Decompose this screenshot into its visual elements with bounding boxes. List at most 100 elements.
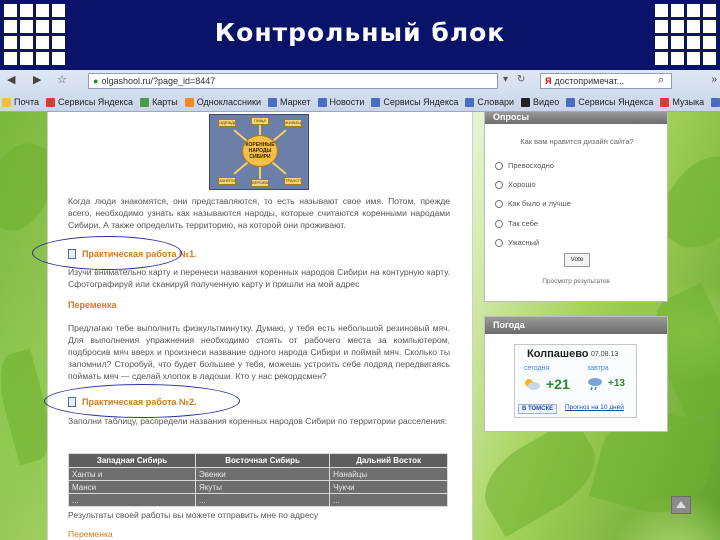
reload-icon[interactable]: ↻ xyxy=(517,74,525,85)
bookmark-item[interactable]: Маркет xyxy=(268,97,311,107)
yandex-icon xyxy=(371,97,381,107)
bookmark-item[interactable]: Почта xyxy=(2,97,39,107)
table-cell[interactable]: Нанайцы xyxy=(329,467,448,481)
search-input[interactable]: Ядостопримечат... xyxy=(540,73,672,89)
video-icon xyxy=(520,97,530,107)
poll-option-label: Как было и лучше xyxy=(508,199,571,208)
decorative-square xyxy=(20,4,33,17)
decorative-square xyxy=(52,52,65,65)
more-bookmarks-icon[interactable]: » xyxy=(711,74,717,85)
diagram-center: КОРЕННЫЕ НАРОДЫ СИБИРИ xyxy=(242,135,278,167)
bookmark-item[interactable]: Одноклассники xyxy=(184,97,261,107)
table-cell[interactable]: Манси xyxy=(67,480,197,494)
diagram-box: ЗАНЯТИЯ xyxy=(218,177,236,185)
radio-button[interactable] xyxy=(495,180,503,189)
poll-option-label: Превосходно xyxy=(508,161,554,170)
bookmark-item[interactable]: Новости xyxy=(317,97,365,107)
disk-icon xyxy=(711,97,720,107)
decorative-squares-right xyxy=(655,4,716,65)
bookmark-item[interactable]: Сервисы Яндекса xyxy=(371,97,458,107)
bookmark-star-icon[interactable]: ☆ xyxy=(57,73,67,86)
bookmark-item[interactable]: Музыка xyxy=(660,97,704,107)
bookmark-item[interactable]: Сервисы Яндекса xyxy=(46,97,133,107)
poll-option[interactable]: Ужасный xyxy=(495,238,539,247)
table-cell[interactable]: Эвенки xyxy=(195,467,331,481)
yandex-logo-icon: Я xyxy=(545,76,552,86)
decorative-square xyxy=(703,52,716,65)
bookmark-item[interactable]: Видео xyxy=(520,97,560,107)
radio-button[interactable] xyxy=(495,199,503,208)
decorative-square xyxy=(655,52,668,65)
bookmark-label: Видео xyxy=(532,97,560,107)
ok-icon xyxy=(184,97,194,107)
tomorrow-temperature: +13 xyxy=(608,378,625,389)
poll-option[interactable]: Так себе xyxy=(495,219,538,228)
address-bar[interactable]: ● olgashool.ru/?page_id=8447 xyxy=(88,73,498,89)
decorative-square xyxy=(36,52,49,65)
table-header: Восточная Сибирь xyxy=(195,453,331,468)
decorative-square xyxy=(687,36,700,49)
task-2-paragraph: Заполни таблицу, распредели названия кор… xyxy=(68,416,448,426)
poll-option[interactable]: Превосходно xyxy=(495,161,554,170)
decorative-square xyxy=(52,4,65,17)
intro-paragraph: Когда люди знакомятся, они представляютс… xyxy=(68,196,450,230)
highlight-circle xyxy=(32,236,182,270)
diagram-box: ПИЩА xyxy=(251,117,269,125)
exercise-paragraph: Предлагаю тебе выполнить физкультминутку… xyxy=(68,323,450,381)
decorative-square xyxy=(671,52,684,65)
weather-provider-logo[interactable]: В ТОМСКЕ xyxy=(518,404,558,414)
decorative-square xyxy=(655,20,668,33)
yandex-icon xyxy=(566,97,576,107)
bookmark-label: Почта xyxy=(14,97,39,107)
poll-question: Как вам нравится дизайн сайта? xyxy=(520,137,634,146)
table-cell[interactable]: Чукчи xyxy=(329,480,448,494)
search-icon[interactable]: ⌕ xyxy=(658,74,664,87)
decorative-square xyxy=(36,4,49,17)
yandex-icon xyxy=(46,97,55,107)
decorative-square xyxy=(655,4,668,17)
radio-button[interactable] xyxy=(495,238,503,247)
table-row: Ханты и Эвенки Нанайцы xyxy=(67,467,448,481)
scroll-to-top-button[interactable] xyxy=(671,496,691,514)
highlight-circle xyxy=(44,384,240,418)
dropdown-arrow-icon[interactable]: ▾ xyxy=(503,74,508,85)
table-cell[interactable]: ... xyxy=(329,493,448,507)
weather-title: Погода xyxy=(485,317,667,334)
poll-option[interactable]: Хорошо xyxy=(495,180,536,189)
bookmark-item[interactable]: Словари xyxy=(465,97,514,107)
poll-title: Опросы xyxy=(485,112,667,124)
table-cell[interactable]: Ханты и xyxy=(67,467,197,481)
table-cell[interactable]: ... xyxy=(195,493,331,507)
poll-option-label: Так себе xyxy=(508,219,538,228)
radio-button[interactable] xyxy=(495,161,503,170)
today-label: сегодня xyxy=(524,365,550,372)
table-cell[interactable]: ... xyxy=(67,493,197,507)
poll-widget: Опросы Как вам нравится дизайн сайта? Пр… xyxy=(484,112,668,302)
decorative-square xyxy=(671,36,684,49)
bookmark-item[interactable]: Карты xyxy=(140,97,178,107)
decorative-square xyxy=(20,52,33,65)
diagram-box: ВЕРОВАНИЯ xyxy=(251,179,269,187)
diagram-box: ОДЕЖДА xyxy=(218,119,236,127)
bookmark-item[interactable]: Сервисы Яндекса xyxy=(566,97,653,107)
address-text: olgashool.ru/?page_id=8447 xyxy=(101,76,216,86)
forward-arrow-icon[interactable]: ▶ xyxy=(33,73,41,86)
tomorrow-label: завтра xyxy=(587,365,609,372)
sun-cloud-icon xyxy=(525,379,540,390)
bookmark-item[interactable]: Диск xyxy=(711,97,720,107)
map-icon xyxy=(140,97,150,107)
back-arrow-icon[interactable]: ◀ xyxy=(7,73,15,86)
bookmark-label: Новости xyxy=(329,97,365,107)
table-cell[interactable]: Якуты xyxy=(195,480,331,494)
radio-button[interactable] xyxy=(495,219,503,228)
decorative-square xyxy=(671,20,684,33)
weather-widget: Погода Колпашево 07.08.13 сегодня завтра… xyxy=(484,316,668,432)
poll-option[interactable]: Как было и лучше xyxy=(495,199,571,208)
bookmark-label: Сервисы Яндекса xyxy=(58,97,134,107)
weather-card[interactable]: Колпашево 07.08.13 сегодня завтра +21 +1… xyxy=(514,344,637,418)
weather-city: Колпашево xyxy=(527,348,589,360)
forecast-link[interactable]: Прогноз на 10 дней xyxy=(565,404,624,411)
poll-results-link[interactable]: Просмотр результатов xyxy=(485,278,667,285)
slide-title: Контрольный блок xyxy=(214,18,506,47)
vote-button[interactable]: Vote xyxy=(564,253,590,267)
